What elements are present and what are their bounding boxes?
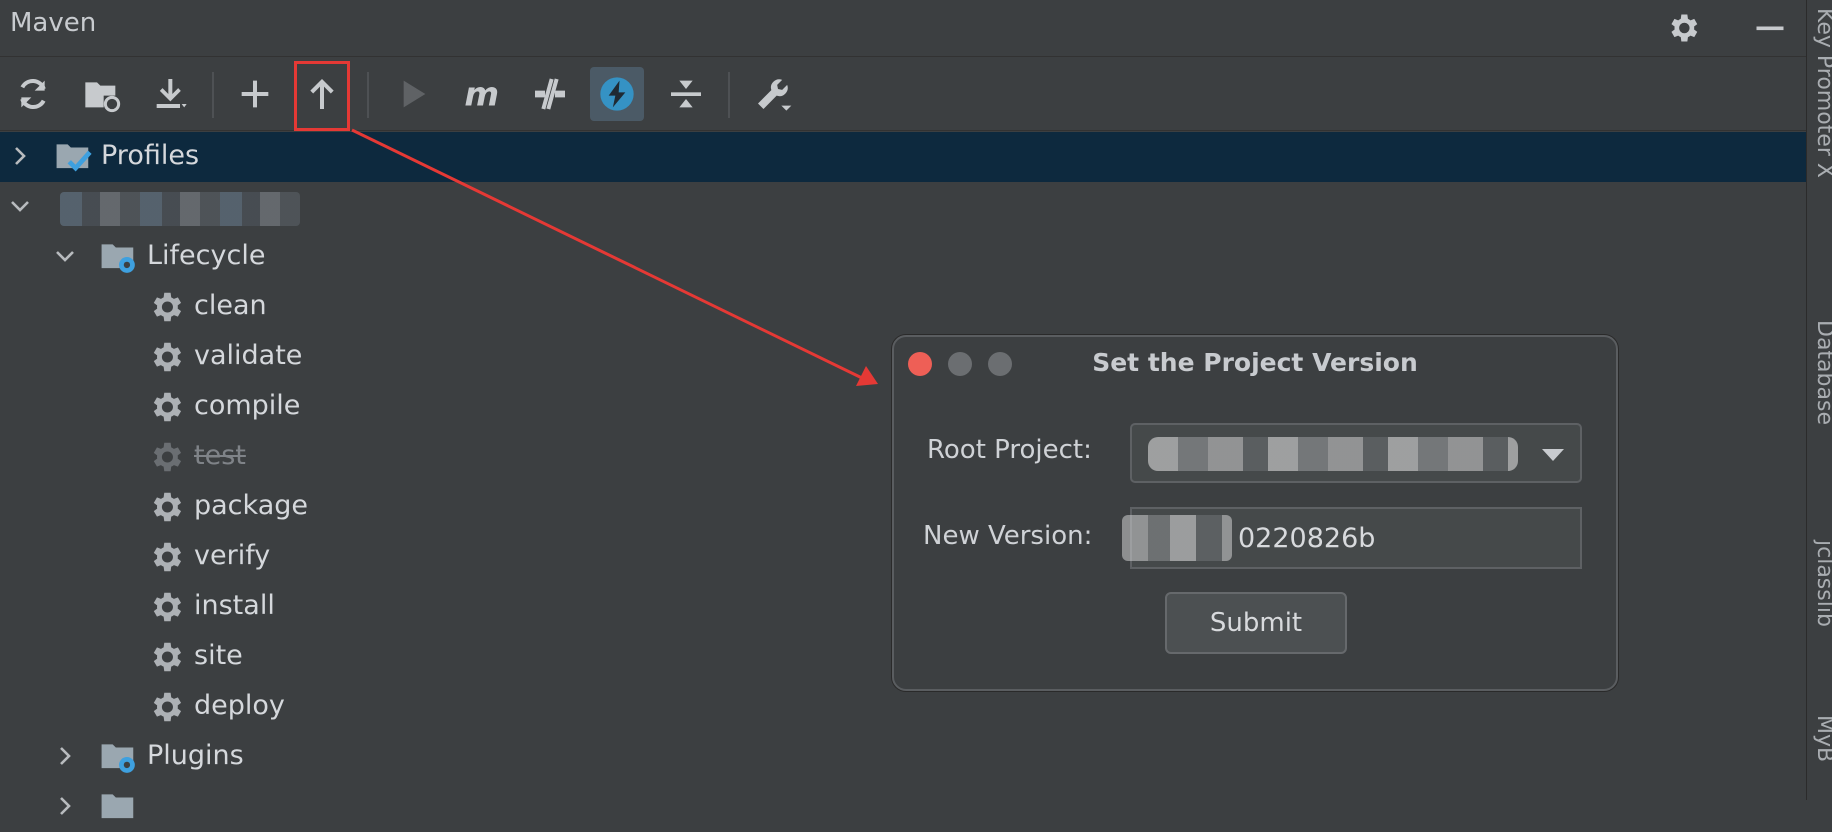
new-version-value: 0220826b — [1238, 523, 1376, 554]
toolbar-separator — [367, 72, 369, 118]
new-version-label: New Version: — [923, 521, 1093, 551]
highlight-box — [294, 61, 350, 131]
goal-label: compile — [194, 390, 301, 421]
goal-label: validate — [194, 340, 303, 371]
chevron-down-icon[interactable] — [1542, 449, 1564, 461]
minimize-icon[interactable] — [1752, 10, 1788, 46]
goal-label: deploy — [194, 690, 285, 721]
gear-icon — [153, 492, 182, 522]
tree-label: Plugins — [147, 740, 244, 771]
play-icon[interactable] — [385, 67, 439, 121]
root-project-select[interactable] — [1130, 423, 1582, 483]
maven-m-icon[interactable]: m — [454, 67, 508, 121]
tree-node-lifecycle[interactable]: Lifecycle — [0, 232, 1806, 282]
dialog-title: Set the Project Version — [1092, 348, 1418, 377]
redacted-version-prefix — [1122, 515, 1232, 561]
gear-icon — [153, 642, 182, 672]
sidebar-tab-mybatis[interactable]: MyB — [1812, 715, 1832, 762]
tree-node-dependencies[interactable] — [0, 782, 1806, 832]
wrench-icon[interactable] — [746, 67, 800, 121]
redacted-root-project — [1148, 437, 1518, 471]
gear-icon — [153, 692, 182, 722]
lifecycle-folder-icon — [101, 244, 135, 273]
lightning-icon[interactable] — [590, 67, 644, 121]
download-icon[interactable] — [143, 67, 197, 121]
gear-icon — [153, 442, 182, 472]
set-project-version-dialog: Set the Project Version Root Project: Ne… — [892, 335, 1618, 691]
tree-node-root-project[interactable] — [0, 182, 1806, 232]
profiles-folder-icon — [56, 144, 92, 172]
gear-icon — [153, 392, 182, 422]
plus-icon[interactable] — [228, 67, 282, 121]
maven-toolbar: m — [0, 57, 1806, 131]
collapse-icon[interactable] — [659, 67, 713, 121]
gear-icon — [153, 542, 182, 572]
goal-label: clean — [194, 290, 267, 321]
goal-label: site — [194, 640, 243, 671]
refresh-icon[interactable] — [6, 67, 60, 121]
svg-text:m: m — [464, 75, 499, 114]
offline-icon[interactable] — [523, 67, 577, 121]
goal-label: test — [194, 440, 246, 471]
chevron-right-icon[interactable] — [53, 744, 77, 768]
submit-button[interactable]: Submit — [1165, 592, 1347, 654]
chevron-down-icon[interactable] — [8, 194, 32, 218]
gear-icon[interactable] — [1665, 10, 1701, 46]
root-project-label: Root Project: — [927, 435, 1092, 465]
toolbar-separator — [212, 72, 214, 118]
dependencies-folder-icon — [101, 794, 134, 819]
chevron-right-icon[interactable] — [8, 144, 32, 168]
plugins-folder-icon — [101, 744, 135, 773]
tree-node-plugins[interactable]: Plugins — [0, 732, 1806, 782]
goal-label: verify — [194, 540, 271, 571]
tree-label: Profiles — [101, 140, 200, 171]
folder-refresh-icon[interactable] — [75, 67, 129, 121]
gear-icon — [153, 342, 182, 372]
redacted-project-name — [60, 192, 300, 226]
goal-label: install — [194, 590, 275, 621]
goal-label: package — [194, 490, 308, 521]
panel-title: Maven — [10, 8, 97, 38]
chevron-down-icon[interactable] — [53, 244, 77, 268]
gear-icon — [153, 592, 182, 622]
chevron-right-icon[interactable] — [53, 794, 77, 818]
new-version-input[interactable]: 0220826b — [1122, 507, 1582, 569]
lifecycle-goal[interactable]: clean — [0, 282, 1806, 332]
sidebar-tab-database[interactable]: Database — [1812, 320, 1832, 425]
tree-label: Lifecycle — [147, 240, 266, 271]
toolbar-separator — [728, 72, 730, 118]
sidebar-tab-jclasslib[interactable]: jclasslib — [1812, 540, 1832, 627]
tree-node-profiles[interactable]: Profiles — [0, 132, 1806, 182]
sidebar-tab-key-promoter[interactable]: Key Promoter X — [1812, 8, 1832, 178]
gear-icon — [153, 292, 182, 322]
panel-header: Maven — [0, 0, 1806, 57]
